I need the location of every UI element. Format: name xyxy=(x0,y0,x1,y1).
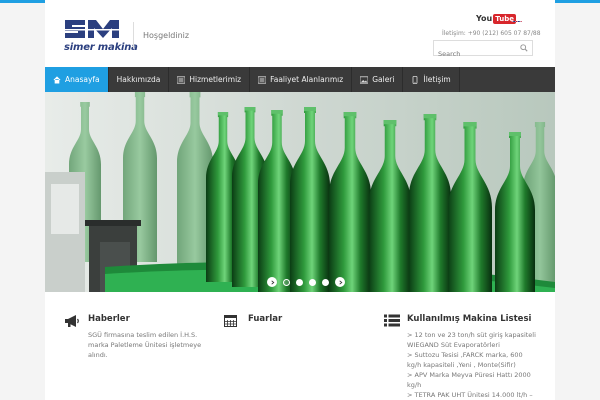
chevron-right-icon xyxy=(338,280,342,284)
slider-dot-1[interactable] xyxy=(283,278,290,286)
welcome-text: Hoşgeldiniz xyxy=(143,31,190,40)
main-nav: Anasayfa Hakkımızda Hizmetlerimiz Faaliy… xyxy=(45,67,555,92)
slider-dot-2[interactable] xyxy=(296,278,303,286)
logo-mark-icon xyxy=(63,20,121,38)
nav-item-hakkimizda[interactable]: Hakkımızda xyxy=(109,67,170,92)
nav-item-galeri[interactable]: Galeri xyxy=(352,67,404,92)
used-machine-line[interactable]: > TETRA PAK UHT Ünitesi 14.000 lt/h – xyxy=(407,390,547,400)
news-text-line[interactable]: marka Paletleme Ünitesi işletmeye xyxy=(88,340,218,350)
search-box xyxy=(433,40,533,61)
used-machine-line[interactable]: > 12 ton ve 23 ton/h süt giriş kapasitel… xyxy=(407,330,547,340)
nav-label: Faaliyet Alanlarımız xyxy=(270,75,344,84)
fairs-column: Fuarlar xyxy=(248,314,368,324)
header-divider xyxy=(133,22,134,48)
search-input[interactable] xyxy=(434,47,520,61)
nav-label: Galeri xyxy=(372,75,395,84)
chevron-right-icon xyxy=(270,280,274,284)
used-machine-line[interactable]: kg/h xyxy=(407,380,547,390)
slider-dot-3[interactable] xyxy=(309,278,316,286)
slider-prev-button[interactable] xyxy=(267,277,277,287)
slider-dot-4[interactable] xyxy=(322,278,329,286)
news-column: Haberler SGÜ firmasına teslim edilen İ.H… xyxy=(88,314,218,360)
used-machines-title: Kullanılmış Makina Listesi xyxy=(407,314,532,324)
list-icon xyxy=(258,75,267,84)
search-icon[interactable] xyxy=(520,44,528,52)
logo-text: simer makina xyxy=(64,42,138,53)
nav-label: Anasayfa xyxy=(65,75,100,84)
slider-pagination xyxy=(267,277,345,287)
used-machine-line[interactable]: > APV Marka Meyva Püresi Hattı 2000 xyxy=(407,370,547,380)
nav-label: Hizmetlerimiz xyxy=(189,75,242,84)
english-flag-icon[interactable] xyxy=(511,14,522,22)
slider-next-button[interactable] xyxy=(335,277,345,287)
calendar-icon xyxy=(224,315,237,327)
used-machines-column: Kullanılmış Makina Listesi > 12 ton ve 2… xyxy=(407,314,547,400)
news-text-line[interactable]: SGÜ firmasına teslim edilen İ.H.S. xyxy=(88,330,218,340)
nav-item-hizmetlerimiz[interactable]: Hizmetlerimiz xyxy=(169,67,251,92)
youtube-logo-you: You xyxy=(476,14,493,23)
fairs-title: Fuarlar xyxy=(248,314,283,324)
image-icon xyxy=(360,75,369,84)
nav-label: Hakkımızda xyxy=(116,75,161,84)
nav-item-iletisim[interactable]: İletişim xyxy=(403,67,460,92)
page-container: simer makina Hoşgeldiniz You Tube İletiş… xyxy=(45,0,555,400)
phone-icon xyxy=(413,75,418,84)
nav-item-faaliyet-alanlarimiz[interactable]: Faaliyet Alanlarımız xyxy=(250,67,353,92)
home-icon xyxy=(53,75,61,84)
used-machine-line[interactable]: kg/h kapasiteli ,Yeni , Monte(Sifir) xyxy=(407,360,547,370)
list-icon xyxy=(177,75,186,84)
used-machine-line[interactable]: WIEGAND Süt Evaporatörleri xyxy=(407,340,547,350)
green-bottles-image xyxy=(45,92,555,292)
contact-phone: İletişim: +90 (212) 605 07 87/88 xyxy=(442,30,541,37)
news-title: Haberler xyxy=(88,314,130,324)
megaphone-icon xyxy=(65,315,79,327)
news-text-line[interactable]: alındı. xyxy=(88,350,218,360)
nav-label: İletişim xyxy=(423,75,451,84)
used-machine-line[interactable]: > Suttozu Tesisi ,FARCK marka, 600 xyxy=(407,350,547,360)
youtube-link[interactable]: You Tube xyxy=(476,13,516,24)
list-icon xyxy=(384,314,400,327)
nav-item-anasayfa[interactable]: Anasayfa xyxy=(45,67,109,92)
hero-slider[interactable] xyxy=(45,92,555,292)
